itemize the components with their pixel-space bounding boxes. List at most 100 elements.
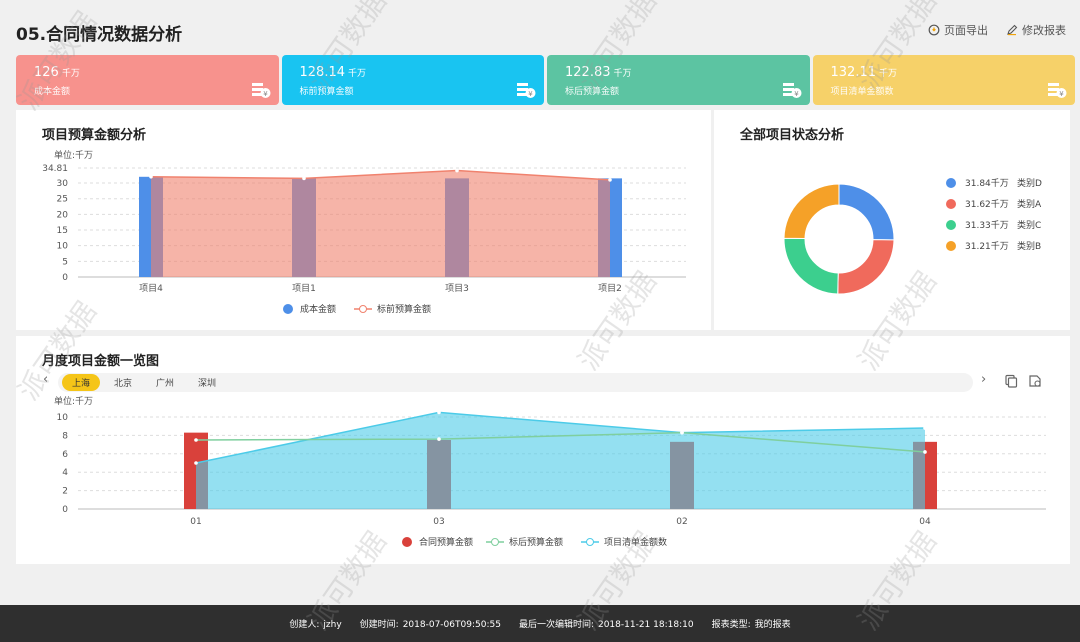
data-point — [437, 437, 441, 441]
creator-value: jzhy — [323, 620, 342, 630]
edit-report-button[interactable]: 修改报表 — [1006, 22, 1066, 38]
legend-label: 项目清单金额数 — [604, 536, 667, 548]
pencil-icon — [1007, 24, 1018, 36]
y-tick-label: 25 — [57, 195, 68, 205]
y-axis-unit: 单位:千万 — [54, 149, 93, 161]
x-tick-label: 项目4 — [139, 283, 163, 294]
pie-slice — [783, 183, 840, 240]
kpi-label: 标前预算金额 — [299, 87, 354, 97]
legend-swatch — [402, 537, 412, 547]
y-tick-label: 34.81 — [42, 164, 68, 174]
kpi-card-cost: 126 千万 成本金额 ¥ — [16, 55, 279, 105]
y-tick-label: 0 — [62, 273, 68, 283]
legend-swatch — [946, 178, 956, 188]
data-point — [194, 438, 198, 442]
pie-slice — [838, 183, 895, 241]
page-header: 05.合同情况数据分析 页面导出 修改报表 — [0, 0, 1080, 56]
x-tick-label: 项目3 — [445, 283, 469, 294]
legend-label: 类别B — [1017, 240, 1041, 252]
svg-text:¥: ¥ — [528, 90, 533, 98]
kpi-value: 122.83 — [565, 65, 611, 80]
kpi-unit: 千万 — [61, 69, 80, 79]
svg-text:¥: ¥ — [1059, 90, 1064, 98]
legend-swatch — [946, 199, 956, 209]
data-point — [149, 174, 153, 179]
edit-label: 修改报表 — [1022, 24, 1066, 37]
created-label: 创建时间: — [359, 620, 399, 630]
kpi-unit: 千万 — [613, 69, 632, 79]
report-type-label: 报表类型: — [711, 620, 751, 630]
money-stack-icon: ¥ — [1048, 83, 1067, 98]
area-fill — [196, 412, 925, 509]
legend-swatch — [283, 304, 293, 314]
kpi-card-post-budget: 122.83 千万 标后预算金额 ¥ — [547, 55, 810, 105]
pie-slice — [837, 239, 895, 295]
legend-label: 成本金额 — [300, 303, 336, 315]
kpi-value: 126 — [34, 65, 59, 80]
y-axis-unit: 单位:千万 — [54, 395, 93, 407]
edited-value: 2018-11-21 18:18:10 — [597, 620, 694, 630]
data-point — [194, 461, 198, 465]
data-point — [437, 410, 441, 415]
legend-value: 31.84千万 — [965, 178, 1009, 189]
legend-label: 标前预算金额 — [377, 303, 431, 315]
legend-swatch — [491, 538, 499, 546]
money-stack-icon: ¥ — [782, 83, 801, 98]
header-actions: 页面导出 修改报表 — [928, 22, 1066, 38]
kpi-label: 标后预算金额 — [565, 87, 620, 97]
kpi-value: 128.14 — [299, 65, 346, 80]
data-point — [608, 178, 612, 182]
y-tick-label: 20 — [57, 210, 69, 220]
export-label: 页面导出 — [944, 24, 988, 37]
y-tick-label: 5 — [62, 257, 68, 267]
edited-label: 最后一次编辑时间: — [518, 620, 594, 630]
legend-value: 31.33千万 — [965, 220, 1009, 231]
project-status-donut: 31.84千万 类别D 31.62千万 类别A 31.33千万 类别C 31.21千万 类别B — [783, 177, 1042, 295]
legend-label: 合同预算金额 — [419, 536, 473, 548]
x-tick-label: 项目1 — [292, 283, 316, 294]
report-type-value: 我的报表 — [754, 620, 791, 630]
data-point — [680, 430, 684, 435]
y-tick-label: 4 — [62, 468, 68, 478]
kpi-row: 126 千万 成本金额 ¥ 128.14 千万 标前预算金额 ¥ 122.83 千万 … — [16, 55, 1075, 105]
money-stack-icon: ¥ — [517, 83, 536, 98]
export-button[interactable]: 页面导出 — [928, 22, 988, 38]
data-point — [923, 450, 927, 454]
data-point — [302, 176, 306, 181]
page-title: 05.合同情况数据分析 — [16, 25, 183, 45]
project-budget-panel: 项目预算金额分析 单位:千万 0 5 10 15 20 25 30 34.81 项目4 项目1 项目3… — [16, 110, 711, 330]
x-tick-label: 01 — [190, 517, 201, 527]
y-tick-label: 15 — [57, 226, 68, 236]
money-stack-icon: ¥ — [251, 83, 270, 98]
legend-swatch — [359, 305, 367, 313]
monthly-amount-panel: 月度项目金额一览图 ‹ 上海 北京 广州 深圳 › 单位:千万 0 2 4 6 8 10 01… — [16, 336, 1070, 564]
project-budget-chart: 单位:千万 0 5 10 15 20 25 30 34.81 项目4 项目1 项目3 项目2 成本金额 标前… — [42, 149, 686, 315]
legend-label: 类别D — [1017, 177, 1042, 189]
svg-text:¥: ¥ — [263, 90, 268, 98]
project-status-panel: 全部项目状态分析 31.84千万 类别D 31.62千万 类别A 31.33千万 类别C 3… — [714, 110, 1070, 330]
y-tick-label: 0 — [62, 505, 68, 515]
data-point — [923, 426, 927, 430]
kpi-label: 成本金额 — [34, 87, 71, 97]
legend-swatch — [946, 241, 956, 251]
x-tick-label: 04 — [919, 517, 931, 527]
data-point — [455, 168, 459, 173]
y-tick-label: 6 — [62, 450, 68, 460]
x-tick-label: 03 — [433, 517, 444, 527]
kpi-card-project-list: 132.11 千万 项目清单金额数 ¥ — [812, 55, 1075, 105]
x-tick-label: 项目2 — [598, 283, 622, 294]
kpi-card-pre-budget: 128.14 千万 标前预算金额 ¥ — [281, 55, 544, 105]
monthly-amount-chart: 单位:千万024681001 03 02 04合同预算金额 标后预算金额 项目清单金额数 — [54, 395, 1046, 548]
area-fill — [151, 170, 610, 277]
y-tick-label: 30 — [57, 179, 69, 189]
export-icon — [928, 24, 940, 36]
svg-text:¥: ¥ — [794, 90, 799, 98]
legend-value: 31.21千万 — [965, 241, 1009, 252]
legend-label: 标后预算金额 — [509, 536, 563, 548]
y-tick-label: 8 — [62, 431, 68, 441]
created-value: 2018-07-06T09:50:55 — [402, 620, 501, 630]
page-footer: 创建人: jzhy 创建时间: 2018-07-06T09:50:55 最后一次编辑… — [0, 605, 1080, 642]
y-tick-label: 10 — [57, 242, 69, 252]
legend-label: 类别A — [1017, 198, 1042, 210]
kpi-unit: 千万 — [348, 69, 367, 79]
